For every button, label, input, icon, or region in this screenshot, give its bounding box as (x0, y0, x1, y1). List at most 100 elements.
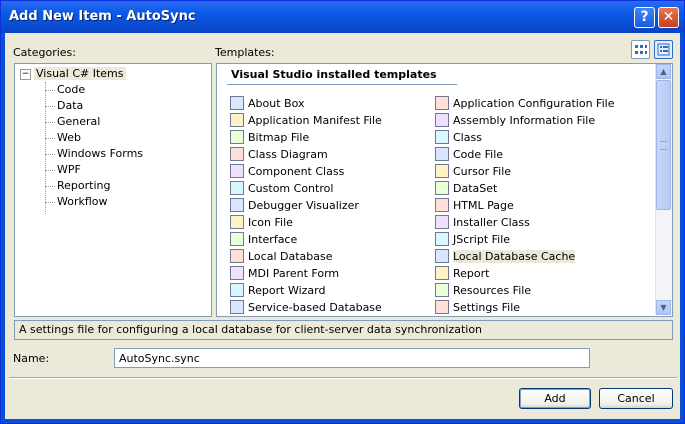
add-button[interactable]: Add (519, 388, 591, 409)
template-item[interactable]: Local Database Cache (435, 249, 576, 265)
template-item[interactable]: Class (435, 130, 482, 146)
tree-item-label: Workflow (57, 195, 108, 208)
name-input[interactable] (114, 348, 590, 368)
template-item[interactable]: Local Database (230, 249, 333, 265)
window-frame-right (680, 33, 684, 423)
bitmap-icon (230, 130, 244, 144)
categories-label: Categories: (13, 46, 76, 59)
templates-list[interactable]: Visual Studio installed templates About … (216, 63, 673, 317)
tree-item[interactable]: Windows Forms (45, 147, 143, 160)
template-item-label: Service-based Database (248, 301, 382, 314)
tree-item-label: Windows Forms (57, 147, 144, 160)
collapse-icon[interactable]: − (20, 68, 31, 80)
small-icons-view-button[interactable] (654, 40, 673, 59)
template-item[interactable]: Class Diagram (230, 147, 328, 163)
installer-icon (435, 215, 449, 229)
template-item-label: Resources File (453, 284, 532, 297)
assembly-icon (435, 113, 449, 127)
database-cache-icon (435, 249, 449, 263)
window-frame-bottom (1, 419, 684, 423)
template-description: A settings file for configuring a local … (14, 320, 673, 340)
button-separator (9, 377, 677, 379)
template-item[interactable]: DataSet (435, 181, 497, 197)
title-bar[interactable]: Add New Item - AutoSync ? ✕ (1, 1, 684, 33)
template-item[interactable]: Interface (230, 232, 297, 248)
template-item-label: DataSet (453, 182, 498, 195)
mdi-form-icon (230, 266, 244, 280)
template-item[interactable]: Report Wizard (230, 283, 325, 299)
tree-root-visual-csharp-items[interactable]: − Visual C# Items (20, 67, 126, 80)
template-item-label: Report Wizard (248, 284, 326, 297)
template-item[interactable]: MDI Parent Form (230, 266, 339, 282)
tree-item[interactable]: Web (45, 131, 81, 144)
template-item-label: Local Database Cache (453, 250, 576, 263)
name-label: Name: (13, 352, 50, 365)
template-item-label: Debugger Visualizer (248, 199, 359, 212)
window-title: Add New Item - AutoSync (9, 9, 196, 24)
template-item[interactable]: Code File (435, 147, 503, 163)
template-item-label: About Box (248, 97, 305, 110)
scroll-thumb[interactable] (656, 80, 671, 210)
dataset-icon (435, 181, 449, 195)
tree-item[interactable]: WPF (45, 163, 81, 176)
tree-item[interactable]: Code (45, 83, 85, 96)
template-item[interactable]: Icon File (230, 215, 293, 231)
template-item[interactable]: Service-based Database (230, 300, 382, 316)
jscript-icon (435, 232, 449, 246)
templates-scrollbar[interactable]: ▲ ▼ (655, 64, 672, 315)
scroll-down-button[interactable]: ▼ (656, 300, 671, 315)
tree-connector (45, 153, 55, 155)
template-item-label: Settings File (453, 301, 521, 314)
tree-item[interactable]: Data (45, 99, 83, 112)
template-item[interactable]: Debugger Visualizer (230, 198, 359, 214)
icon-file-icon (230, 215, 244, 229)
tree-connector (45, 105, 55, 107)
interface-icon (230, 232, 244, 246)
scroll-up-button[interactable]: ▲ (656, 64, 671, 79)
templates-label: Templates: (215, 46, 275, 59)
large-icons-icon (635, 45, 647, 54)
settings-icon (435, 300, 449, 314)
template-item[interactable]: About Box (230, 96, 304, 112)
template-item-label: Application Configuration File (453, 97, 615, 110)
tree-item[interactable]: General (45, 115, 100, 128)
tree-item[interactable]: Workflow (45, 195, 108, 208)
template-item[interactable]: Assembly Information File (435, 113, 595, 129)
class-icon (435, 130, 449, 144)
template-item-label: Application Manifest File (248, 114, 382, 127)
tree-connector (45, 89, 55, 91)
template-item[interactable]: Installer Class (435, 215, 530, 231)
template-item[interactable]: Report (435, 266, 489, 282)
window-frame-left (1, 33, 5, 423)
categories-tree[interactable]: − Visual C# Items Code Data General Web Windo… (14, 63, 212, 317)
template-item[interactable]: Custom Control (230, 181, 333, 197)
tree-connector (45, 169, 55, 171)
template-item[interactable]: JScript File (435, 232, 510, 248)
template-item[interactable]: Application Manifest File (230, 113, 382, 129)
template-item-label: MDI Parent Form (248, 267, 340, 280)
report-icon (435, 266, 449, 280)
template-item[interactable]: Application Configuration File (435, 96, 614, 112)
tree-item-label: Web (57, 131, 81, 144)
template-item[interactable]: Cursor File (435, 164, 511, 180)
template-item[interactable]: Component Class (230, 164, 344, 180)
template-item-label: Report (453, 267, 490, 280)
tree-connector (45, 185, 55, 187)
database-icon (230, 300, 244, 314)
help-button[interactable]: ? (634, 7, 655, 28)
large-icons-view-button[interactable] (631, 40, 650, 59)
close-button[interactable]: ✕ (658, 7, 679, 28)
template-item[interactable]: Resources File (435, 283, 531, 299)
cancel-button[interactable]: Cancel (599, 388, 673, 409)
template-item-label: Custom Control (248, 182, 334, 195)
tree-connector (45, 121, 55, 123)
template-item[interactable]: Settings File (435, 300, 520, 316)
templates-group-header: Visual Studio installed templates (231, 68, 437, 81)
config-icon (435, 96, 449, 110)
tree-item[interactable]: Reporting (45, 179, 110, 192)
templates-group-divider (227, 84, 457, 85)
template-item-label: Assembly Information File (453, 114, 596, 127)
template-item[interactable]: HTML Page (435, 198, 514, 214)
tree-item-label: Code (57, 83, 86, 96)
template-item[interactable]: Bitmap File (230, 130, 309, 146)
